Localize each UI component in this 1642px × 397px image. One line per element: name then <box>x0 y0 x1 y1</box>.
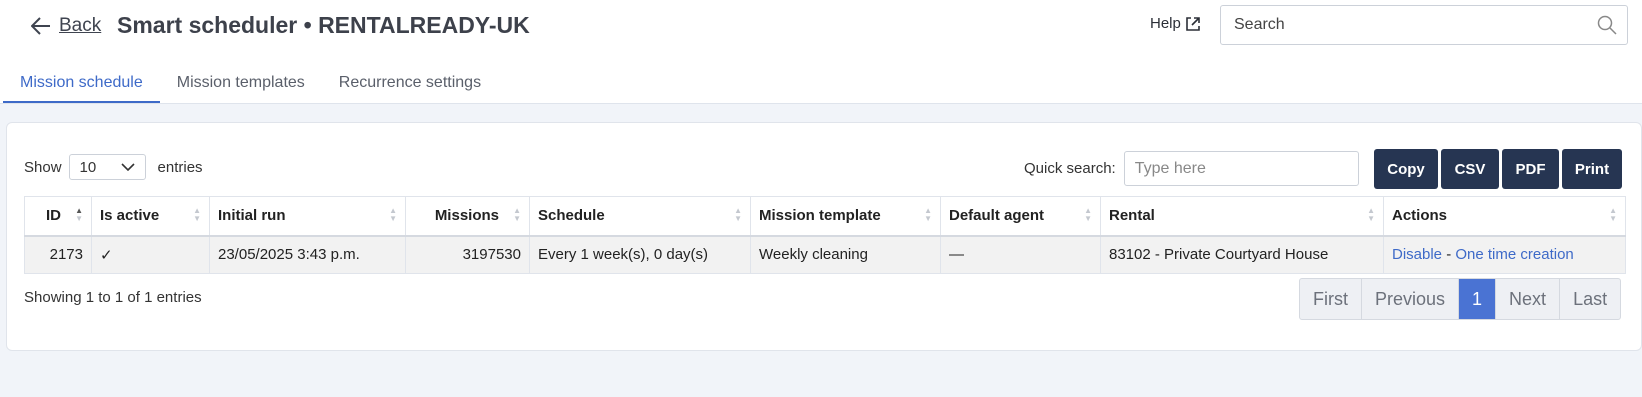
back-link[interactable]: Back <box>31 15 101 37</box>
cell-initial-run: 23/05/2025 3:43 p.m. <box>209 235 406 274</box>
chevron-down-icon <box>120 163 135 171</box>
cell-schedule: Every 1 week(s), 0 day(s) <box>529 235 751 274</box>
pagination-previous[interactable]: Previous <box>1362 279 1460 319</box>
quick-search-label: Quick search: <box>1024 160 1116 177</box>
column-header-label: Is active <box>100 207 160 225</box>
column-header-label: Initial run <box>218 207 286 225</box>
one-time-creation-link[interactable]: One time creation <box>1455 246 1573 263</box>
quick-search: Quick search: <box>1024 151 1359 186</box>
sort-icon: ▲ ▼ <box>513 206 521 223</box>
column-header-label: Actions <box>1392 207 1448 225</box>
top-bar: Back Smart scheduler • RENTALREADY-UK He… <box>0 0 1642 104</box>
cell-mission-template: Weekly cleaning <box>750 235 941 274</box>
column-header-label: Schedule <box>538 207 605 225</box>
copy-button[interactable]: Copy <box>1374 149 1438 189</box>
external-link-icon <box>1186 16 1200 31</box>
pagination: First Previous 1 Next Last <box>1299 278 1622 320</box>
pagination-next[interactable]: Next <box>1496 279 1561 319</box>
search-icon[interactable] <box>1597 15 1617 35</box>
sort-icon: ▲ ▼ <box>1367 206 1375 223</box>
entries-select-value: 10 <box>79 158 97 176</box>
sort-icon: ▲ ▼ <box>924 206 932 223</box>
tab-bar: Mission schedule Mission templates Recur… <box>3 68 499 104</box>
tab-mission-schedule[interactable]: Mission schedule <box>3 68 160 103</box>
column-header-label: ID <box>46 207 61 225</box>
sort-icon: ▲ ▼ <box>1084 206 1092 223</box>
column-header-id[interactable]: ID ▲ ▼ <box>24 196 92 237</box>
pagination-first[interactable]: First <box>1300 279 1362 319</box>
column-header-mission-template[interactable]: Mission template ▲ ▼ <box>750 196 941 237</box>
print-button[interactable]: Print <box>1562 149 1622 189</box>
sort-asc-icon: ▲ ▼ <box>75 206 83 223</box>
entries-select[interactable]: 10 <box>68 154 146 180</box>
cell-id: 2173 <box>24 235 92 274</box>
sort-icon: ▲ ▼ <box>734 206 742 223</box>
column-header-default-agent[interactable]: Default agent ▲ ▼ <box>940 196 1101 237</box>
column-header-schedule[interactable]: Schedule ▲ ▼ <box>529 196 751 237</box>
pdf-button[interactable]: PDF <box>1502 149 1559 189</box>
help-label: Help <box>1150 15 1181 32</box>
sort-icon: ▲ ▼ <box>193 206 201 223</box>
sort-icon: ▲ ▼ <box>1609 206 1617 223</box>
column-header-label: Rental <box>1109 207 1155 225</box>
pagination-page-1[interactable]: 1 <box>1459 279 1497 319</box>
entries-length-control: Show 10 entries <box>24 154 203 180</box>
export-buttons: Copy CSV PDF Print <box>1374 149 1625 189</box>
entries-label: entries <box>157 158 203 176</box>
sort-icon: ▲ ▼ <box>389 206 397 223</box>
column-header-actions[interactable]: Actions ▲ ▼ <box>1383 196 1626 237</box>
tab-recurrence-settings[interactable]: Recurrence settings <box>322 68 498 103</box>
cell-default-agent: — <box>940 235 1101 274</box>
cell-missions: 3197530 <box>405 235 530 274</box>
column-header-label: Missions <box>434 207 499 225</box>
pagination-last[interactable]: Last <box>1560 279 1620 319</box>
table-header-row: ID ▲ ▼ Is active ▲ ▼ Initial run ▲ ▼ Missio… <box>24 196 1626 237</box>
search-input[interactable] <box>1221 6 1581 44</box>
table-row: 2173 ✓ 23/05/2025 3:43 p.m. 3197530 Ever… <box>24 235 1626 274</box>
cell-rental: 83102 - Private Courtyard House <box>1100 235 1384 274</box>
column-header-label: Default agent <box>949 207 1045 225</box>
column-header-label: Mission template <box>759 207 881 225</box>
page-title: Smart scheduler • RENTALREADY-UK <box>117 12 530 38</box>
column-header-missions[interactable]: Missions ▲ ▼ <box>405 196 530 237</box>
cell-is-active: ✓ <box>91 235 210 274</box>
arrow-left-icon <box>31 17 50 35</box>
schedule-table: ID ▲ ▼ Is active ▲ ▼ Initial run ▲ ▼ Missio… <box>24 196 1626 274</box>
disable-link[interactable]: Disable <box>1392 246 1442 263</box>
column-header-rental[interactable]: Rental ▲ ▼ <box>1100 196 1384 237</box>
quick-search-input[interactable] <box>1123 151 1359 186</box>
column-header-initial-run[interactable]: Initial run ▲ ▼ <box>209 196 406 237</box>
cell-actions: Disable - One time creation <box>1383 235 1626 274</box>
show-label: Show <box>24 158 62 176</box>
table-info: Showing 1 to 1 of 1 entries <box>24 289 202 306</box>
action-separator: - <box>1446 246 1452 264</box>
help-link[interactable]: Help <box>1150 15 1201 32</box>
csv-button[interactable]: CSV <box>1441 149 1499 189</box>
column-header-is-active[interactable]: Is active ▲ ▼ <box>91 196 210 237</box>
schedule-card: Show 10 entries Quick search: Copy CSV P… <box>6 122 1642 351</box>
tab-mission-templates[interactable]: Mission templates <box>160 68 322 103</box>
back-label: Back <box>59 15 102 36</box>
global-search <box>1220 5 1628 45</box>
